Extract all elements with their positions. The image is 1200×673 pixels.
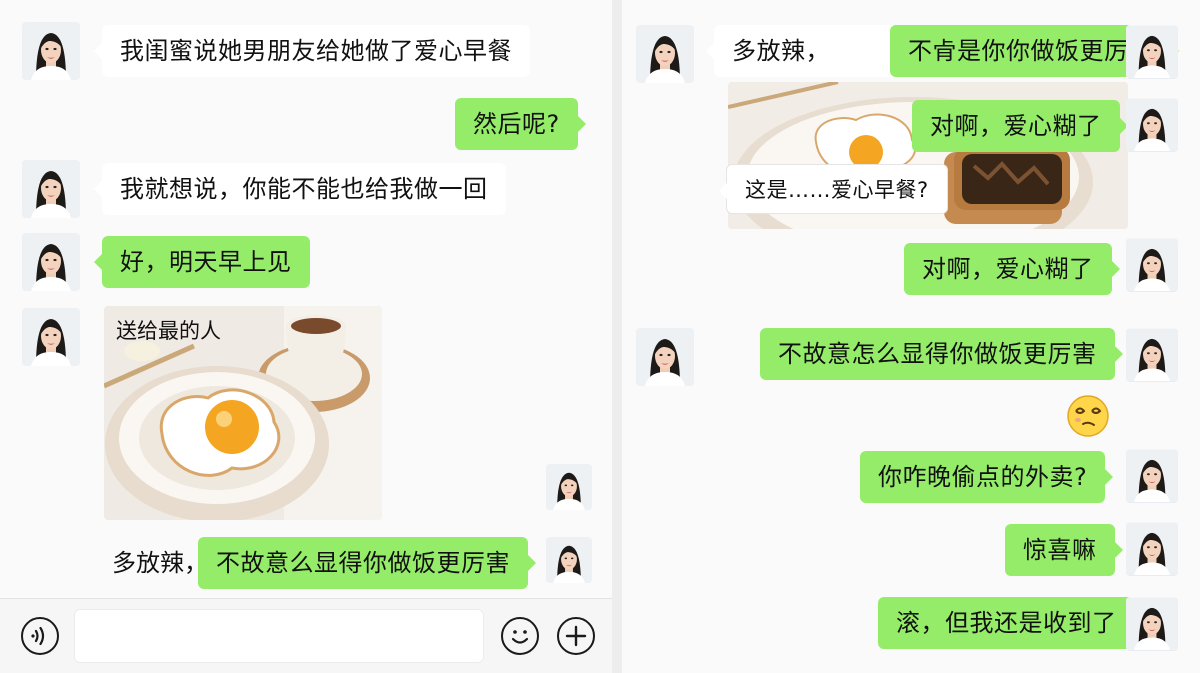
message-input[interactable] [74, 609, 484, 663]
chat-panel-right: 多放辣， 不肻是你你做饭更厉害 对啊，爱心糊了 这是……爱心早餐? 对啊，爱心糊… [622, 0, 1200, 673]
message-bubble[interactable]: 不故意怎么显得你做饭更厉害 [760, 328, 1122, 380]
self-avatar[interactable] [1126, 522, 1178, 576]
plus-icon[interactable] [557, 617, 595, 655]
message-bubble[interactable]: 你咋晚偷点的外卖? [860, 451, 1114, 503]
friend-avatar[interactable] [22, 233, 80, 291]
friend-avatar[interactable] [22, 160, 80, 218]
self-avatar[interactable] [1126, 98, 1178, 152]
message-bubble[interactable]: 然后呢? [455, 98, 586, 150]
message-bubble[interactable]: 我就想说，你能不能也给我做一回 [94, 163, 506, 215]
message-bubble[interactable]: 好，明天早上见 [94, 236, 310, 288]
self-avatar[interactable] [1126, 449, 1178, 503]
self-avatar[interactable] [546, 464, 592, 510]
self-avatar[interactable] [1126, 328, 1178, 382]
friend-avatar[interactable] [22, 22, 80, 80]
dizzy-face-emoji-icon[interactable] [1066, 394, 1110, 438]
photo-caption: 送给最的人 [116, 319, 221, 343]
self-avatar[interactable] [546, 537, 592, 583]
message-bubble[interactable]: 滚，但我还是收到了 [878, 597, 1142, 649]
chat-panel-left: 我闺蜜说她男朋友给她做了爱心早餐 然后呢? 我就想说，你能不能也给我做一回 好，… [0, 0, 612, 673]
quoted-message[interactable]: 这是……爱心早餐? [719, 164, 948, 214]
chat-input-bar [0, 598, 612, 673]
message-bubble[interactable]: 对啊，爱心糊了 [912, 100, 1127, 152]
friend-avatar[interactable] [636, 25, 694, 83]
message-bubble[interactable]: 对啊，爱心糊了 [904, 243, 1119, 295]
self-avatar[interactable] [1126, 25, 1178, 79]
message-bubble[interactable]: 我闺蜜说她男朋友给她做了爱心早餐 [94, 25, 530, 77]
message-bubble[interactable]: 不故意么显得你做饭更厉害 [198, 537, 536, 589]
message-prefix-text: 多放辣， [112, 549, 208, 577]
message-bubble[interactable]: 惊喜嘛 [1005, 524, 1122, 576]
self-avatar[interactable] [1126, 597, 1178, 651]
emoji-icon[interactable] [501, 617, 539, 655]
friend-avatar[interactable] [22, 308, 80, 366]
self-avatar[interactable] [1126, 238, 1178, 292]
friend-avatar[interactable] [636, 328, 694, 386]
voice-icon[interactable] [21, 617, 59, 655]
